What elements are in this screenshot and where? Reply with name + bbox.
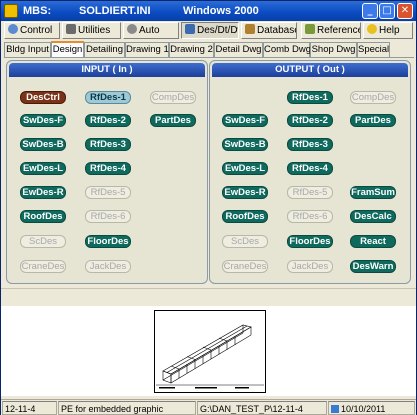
out-rfdes-3-button[interactable]: RfDes-3 [287,138,333,151]
panel-separator [1,288,416,306]
status-date: 10/10/2011 [341,404,386,414]
out-framsum-button[interactable]: FramSum [350,186,396,199]
out-compdes-button[interactable]: CompDes [350,91,396,104]
out-descalc-button[interactable]: DesCalc [350,210,396,223]
in-compdes-button[interactable]: CompDes [150,91,196,104]
in-scdes-button[interactable]: ScDes [20,235,66,248]
in-rfdes-3-button[interactable]: RfDes-3 [85,138,131,151]
in-rfdes-2-button[interactable]: RfDes-2 [85,114,131,127]
in-cranedes-button[interactable]: CraneDes [20,260,66,273]
out-ewdes-l-button[interactable]: EwDes-L [222,162,268,175]
title-file: SOLDIERT.INI [79,5,151,17]
in-rfdes-5-button[interactable]: RfDes-5 [85,186,131,199]
tab-special[interactable]: Special [357,42,390,57]
building-wireframe-image [156,324,264,389]
title-bar: MBS: SOLDIERT.INI Windows 2000 _ □ ✕ [1,1,416,21]
help-icon [367,24,377,34]
book-icon [305,24,315,34]
in-ewdes-r-button[interactable]: EwDes-R [20,186,66,199]
out-rfdes-5-button[interactable]: RfDes-5 [287,186,333,199]
preview-area [1,306,416,396]
wrench-icon [66,24,76,34]
calendar-icon [331,405,339,413]
in-desctrl-button[interactable]: DesCtrl [20,91,66,104]
tab-drawing-1[interactable]: Drawing 1 [125,42,169,57]
tab-bldg-input[interactable]: Bldg Input [4,42,51,57]
tab-divider [4,57,414,58]
out-floordes-button[interactable]: FloorDes [287,235,333,248]
tab-detail-dwg[interactable]: Detail Dwg [214,42,263,57]
input-panel: INPUT ( In ) DesCtrl RfDes-1 CompDes SwD… [6,60,208,284]
maximize-icon[interactable]: □ [379,3,395,19]
auto-button[interactable]: Auto [123,22,179,39]
toolbar: Control Utilities Auto Des/Dt/Dwg Databa… [1,22,416,40]
magnifier-icon [8,24,18,34]
output-panel: OUTPUT ( Out ) RfDes-1 CompDes SwDes-F R… [209,60,411,284]
input-panel-title: INPUT ( In ) [9,63,205,77]
output-panel-title: OUTPUT ( Out ) [212,63,408,77]
in-ewdes-l-button[interactable]: EwDes-L [20,162,66,175]
out-rfdes-6-button[interactable]: RfDes-6 [287,210,333,223]
out-swdes-f-button[interactable]: SwDes-F [222,114,268,127]
tab-comb-dwg[interactable]: Comb Dwg [263,42,311,57]
building-preview-graphic [154,310,266,393]
tab-drawing-2[interactable]: Drawing 2 [169,42,214,57]
minimize-icon[interactable]: _ [362,3,378,19]
out-partdes-button[interactable]: PartDes [350,114,396,127]
database-button[interactable]: Database ▼ [241,22,297,39]
close-icon[interactable]: ✕ [397,3,413,19]
database-icon [245,24,255,34]
app-icon [4,4,18,18]
in-swdes-f-button[interactable]: SwDes-F [20,114,66,127]
utilities-button[interactable]: Utilities [62,22,121,39]
status-job: 12-11-4 [2,401,57,415]
out-roofdes-button[interactable]: RoofDes [222,210,268,223]
status-bar: 12-11-4 PE for embedded graphic G:\DAN_T… [1,399,416,415]
in-rfdes-4-button[interactable]: RfDes-4 [85,162,131,175]
in-roofdes-button[interactable]: RoofDes [20,210,66,223]
in-jackdes-button[interactable]: JackDes [85,260,131,273]
in-floordes-button[interactable]: FloorDes [85,235,131,248]
title-os: Windows 2000 [183,5,259,17]
gear-icon [127,24,137,34]
in-rfdes-6-button[interactable]: RfDes-6 [85,210,131,223]
in-rfdes-1-button[interactable]: RfDes-1 [85,91,131,104]
out-ewdes-r-button[interactable]: EwDes-R [222,186,268,199]
out-cranedes-button[interactable]: CraneDes [222,260,268,273]
app-window: MBS: SOLDIERT.INI Windows 2000 _ □ ✕ Con… [0,0,417,415]
reference-button[interactable]: Reference [301,22,361,39]
des-dt-dwg-button[interactable]: Des/Dt/Dwg [181,22,239,39]
title-app: MBS: [23,5,52,17]
out-rfdes-2-button[interactable]: RfDes-2 [287,114,333,127]
status-message: PE for embedded graphic [58,401,196,415]
status-date-cell: 10/10/2011 [328,401,415,415]
out-jackdes-button[interactable]: JackDes [287,260,333,273]
drawing-icon [185,24,195,34]
control-button[interactable]: Control [4,22,60,39]
help-button[interactable]: Help [363,22,413,39]
out-rfdes-4-button[interactable]: RfDes-4 [287,162,333,175]
out-scdes-button[interactable]: ScDes [222,235,268,248]
status-path: G:\DAN_TEST_P\12-11-4 [197,401,327,415]
out-rfdes-1-button[interactable]: RfDes-1 [287,91,333,104]
out-swdes-b-button[interactable]: SwDes-B [222,138,268,151]
tab-detailing[interactable]: Detailing [84,42,125,57]
tab-design[interactable]: Design [51,41,84,57]
in-swdes-b-button[interactable]: SwDes-B [20,138,66,151]
tab-shop-dwg[interactable]: Shop Dwg [310,42,357,57]
out-react-button[interactable]: React [350,235,396,248]
in-partdes-button[interactable]: PartDes [150,114,196,127]
out-deswarn-button[interactable]: DesWarn [350,260,396,273]
